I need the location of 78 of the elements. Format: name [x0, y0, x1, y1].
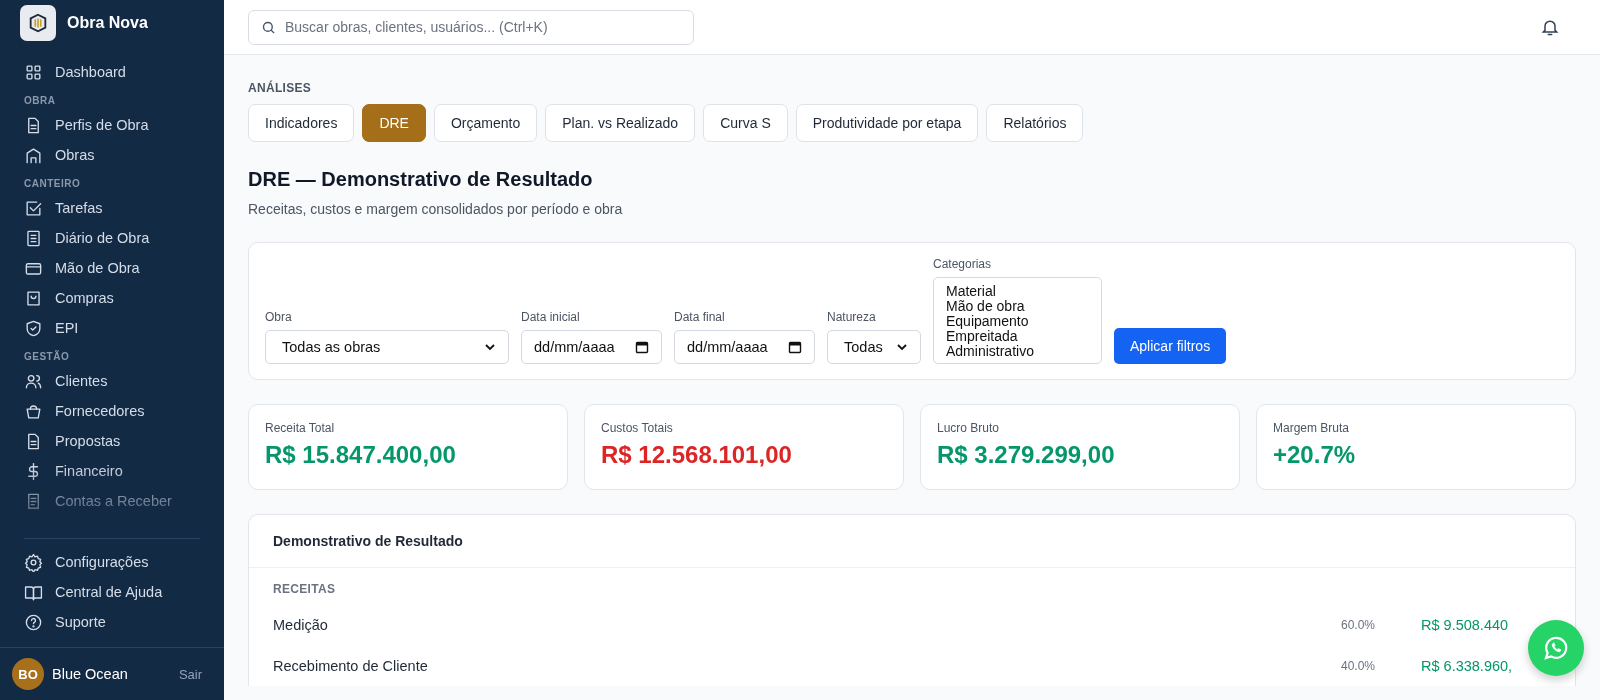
row-label: Medição — [273, 616, 329, 633]
tab[interactable]: Curva S — [703, 104, 788, 142]
list-option[interactable]: Mão de obra — [946, 299, 1089, 314]
sidebar-item[interactable]: Compras — [0, 283, 224, 313]
kpi-label: Custos Totais — [601, 421, 674, 435]
field-label: Data inicial — [521, 310, 581, 324]
row-share: 40.0% — [1341, 658, 1377, 673]
sidebar-item[interactable]: Perfis de Obra — [0, 110, 224, 140]
row-label: Recebimento de Cliente — [273, 657, 429, 674]
page-subtitle: Receitas, custos e margem consolidados por período e obra — [248, 201, 624, 217]
obra-select[interactable]: Todas as obras — [265, 330, 509, 364]
kpi-label: Margem Bruta — [1273, 421, 1351, 435]
field-label: Categorias — [933, 257, 993, 271]
natureza-select[interactable]: Todas — [827, 330, 921, 364]
group-heading: RECEITAS — [272, 581, 337, 598]
field-label: Data final — [674, 310, 726, 324]
tab[interactable]: Indicadores — [248, 104, 355, 142]
grid-icon — [24, 62, 43, 82]
tab[interactable]: Orçamento — [433, 104, 538, 142]
tab[interactable]: DRE — [362, 104, 426, 142]
tab[interactable]: Relatórios — [986, 104, 1084, 142]
section-label: ANÁLISES — [248, 81, 313, 95]
sidebar-item[interactable]: Dashboard — [0, 57, 224, 87]
user-avatar: BO — [12, 658, 44, 690]
app-name: Obra Nova — [67, 13, 148, 32]
logout-link[interactable]: Sair — [178, 666, 212, 682]
sidebar-item[interactable]: Tarefas — [0, 193, 224, 223]
section-heading: CANTEIRO — [23, 177, 82, 191]
sidebar-item[interactable]: Clientes — [0, 366, 224, 396]
sidebar-item[interactable]: Financeiro — [0, 456, 224, 486]
field-label: Obra — [265, 310, 293, 324]
page-title: DRE — Demonstrativo de Resultado — [248, 168, 594, 191]
kpi-value: +20.7% — [1273, 441, 1357, 469]
sidebar-item[interactable]: Diário de Obra — [0, 223, 224, 253]
sidebar-item[interactable]: Configurações — [24, 547, 200, 577]
sidebar-item[interactable]: Contas a Receber — [0, 486, 224, 516]
calendar-icon — [635, 340, 649, 354]
kpi-value: R$ 3.279.299,00 — [937, 441, 1116, 469]
kpi-label: Receita Total — [265, 421, 336, 435]
list-option[interactable]: Equipamento — [946, 314, 1089, 329]
settings-icon — [24, 552, 43, 572]
field-label: Natureza — [827, 310, 877, 324]
kpi-value: R$ 12.568.101,00 — [601, 441, 793, 469]
building-icon — [24, 145, 43, 165]
checkbox-icon — [24, 198, 43, 218]
user-name: Blue Ocean — [52, 666, 129, 682]
sidebar-item[interactable]: Mão de Obra — [0, 253, 224, 283]
sidebar-item[interactable]: Suporte — [24, 607, 200, 637]
row-value: R$ 6.338.960, — [1421, 657, 1514, 674]
tab[interactable]: Plan. vs Realizado — [545, 104, 696, 142]
section-heading: OBRA — [23, 94, 57, 108]
apply-filters-button[interactable]: Aplicar filtros — [1114, 328, 1227, 364]
search-field[interactable]: Buscar obras, clientes, usuários... (Ctrl+K) — [248, 9, 694, 45]
sidebar-item[interactable]: EPI — [0, 313, 224, 343]
section-heading: GESTÃO — [23, 349, 71, 364]
logo-icon — [20, 4, 56, 41]
bag-icon — [24, 288, 43, 308]
list-option[interactable]: Empreitada — [946, 329, 1089, 344]
sidebar-item[interactable]: Fornecedores — [0, 396, 224, 426]
chevron-icon — [484, 341, 496, 353]
list-option[interactable]: Material — [946, 284, 1089, 299]
sidebar-item[interactable]: Propostas — [0, 426, 224, 456]
date-field[interactable]: dd/mm/aaaa — [521, 330, 662, 364]
calendar-icon — [788, 340, 802, 354]
help-icon — [24, 612, 43, 632]
kpi-label: Lucro Bruto — [937, 421, 1001, 435]
sidebar-item[interactable]: Central de Ajuda — [24, 577, 200, 607]
shield-icon — [24, 318, 43, 338]
notebook-icon — [24, 228, 43, 248]
chevron-icon — [896, 341, 908, 353]
row-value: R$ 9.508.440 — [1421, 616, 1510, 633]
kpi-value: R$ 15.847.400,00 — [265, 441, 457, 469]
list-option[interactable]: Administrativo — [946, 344, 1089, 359]
panel-title: Demonstrativo de Resultado — [249, 515, 1575, 568]
date-field[interactable]: dd/mm/aaaa — [674, 330, 815, 364]
tab[interactable]: Produtividade por etapa — [795, 104, 979, 142]
row-share: 60.0% — [1341, 617, 1377, 632]
sidebar-item[interactable]: Obras — [0, 140, 224, 170]
